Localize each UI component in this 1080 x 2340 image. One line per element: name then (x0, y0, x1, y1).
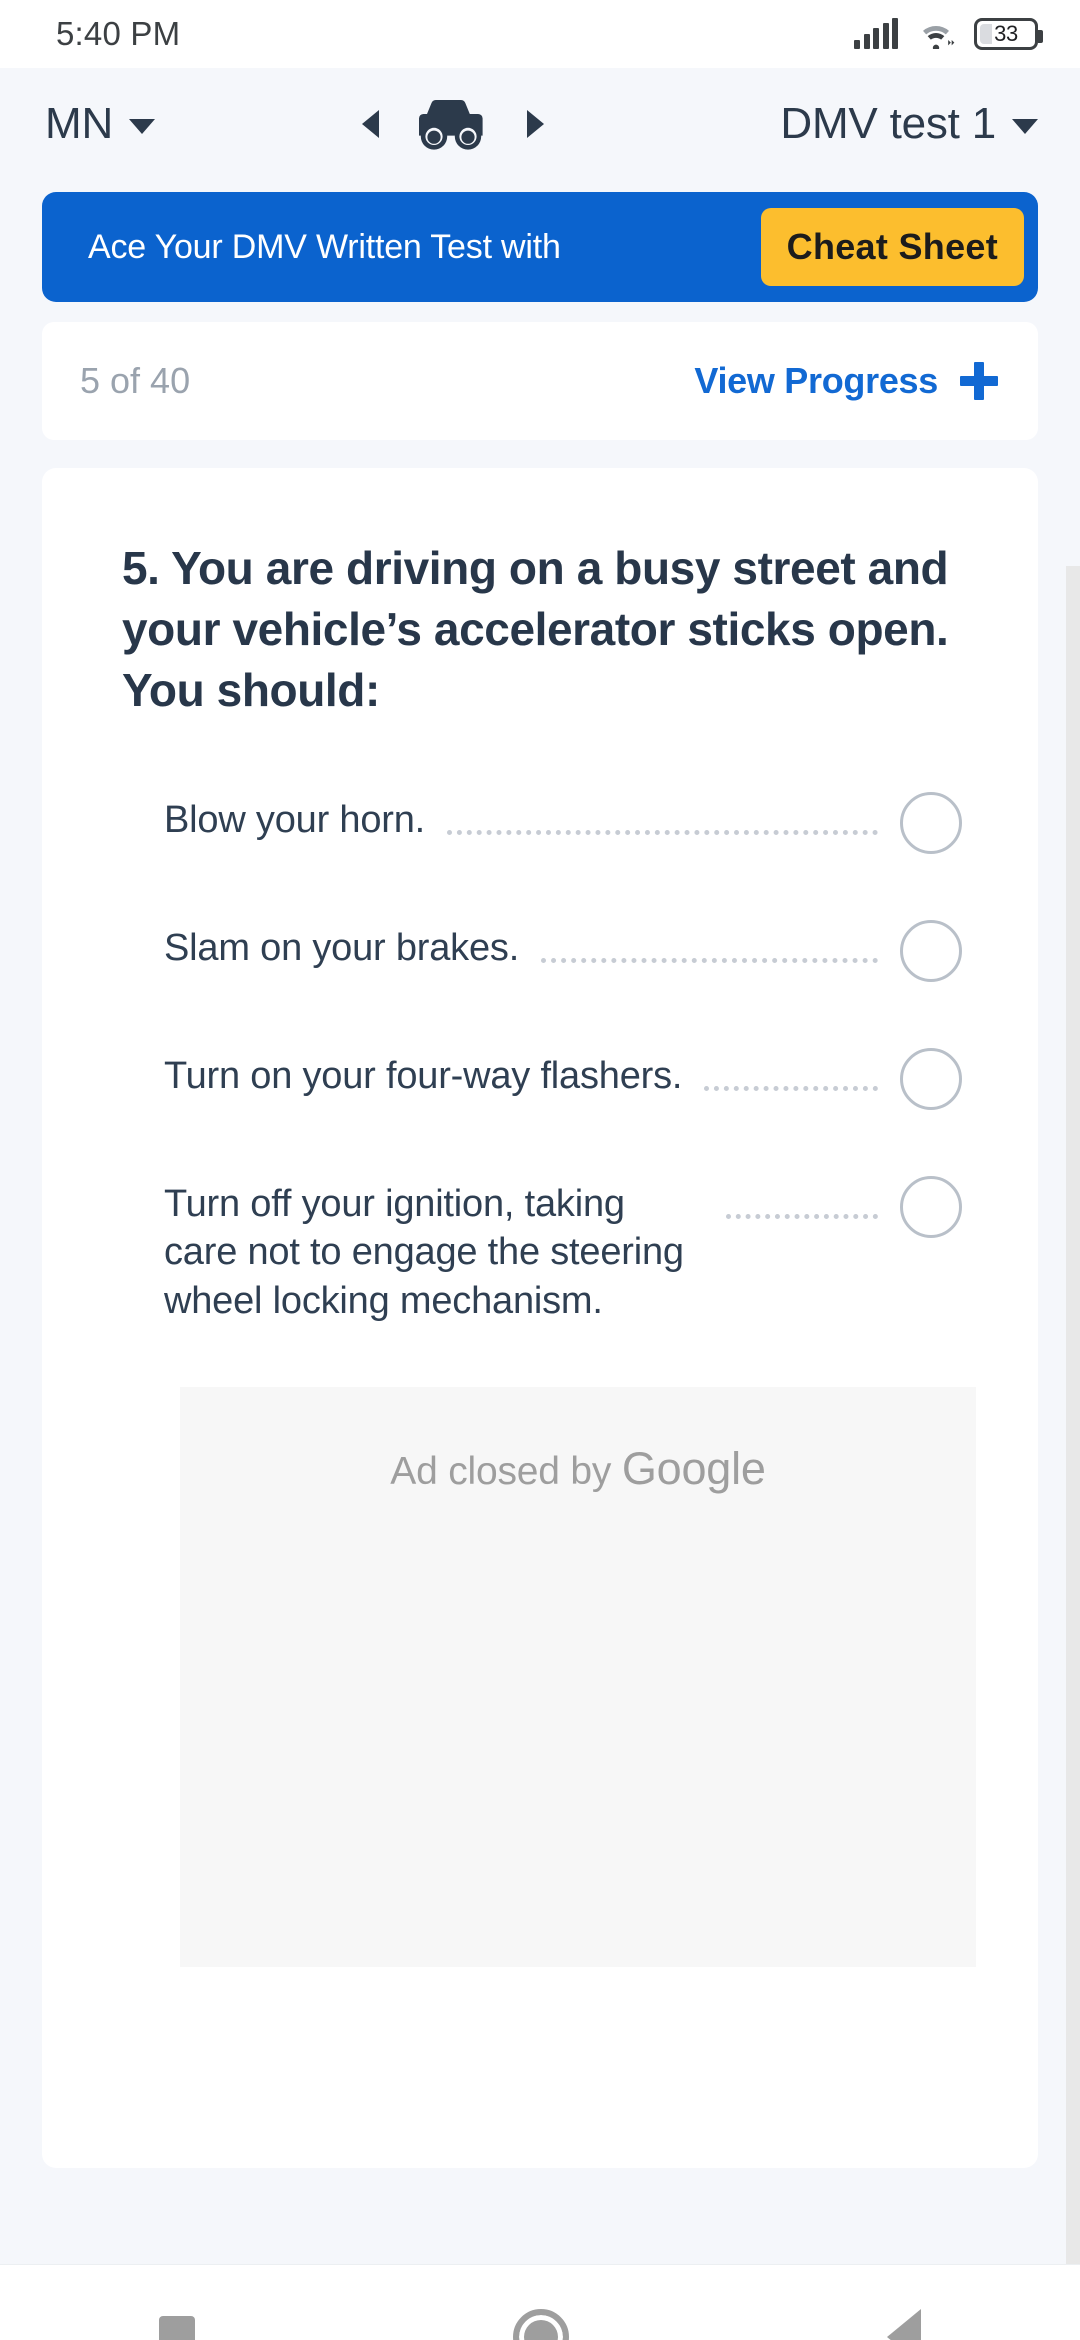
triangle-back-icon[interactable] (887, 2308, 921, 2340)
radio-unchecked-icon[interactable] (900, 791, 962, 854)
signal-bars-icon (854, 18, 898, 49)
answer-option-label: Blow your horn. (164, 798, 426, 841)
answer-option-label: Turn on your four-way flashers. (164, 1054, 683, 1097)
answer-option-label: Turn off your ignition, taking care not … (164, 1182, 684, 1322)
leader-dots (447, 829, 878, 835)
leader-dots (704, 1085, 878, 1091)
answer-options-list: Blow your horn. Slam on your brakes. Tur… (42, 774, 1038, 1326)
app-header: MN DMV test 1 (0, 68, 1080, 180)
plus-icon (960, 362, 998, 400)
app-container: MN DMV test 1 Ace Your DMV Written Test … (0, 68, 1080, 2264)
test-selector[interactable]: DMV test 1 (780, 99, 1038, 149)
circle-home-icon[interactable] (513, 2308, 569, 2340)
question-card: 5. You are driving on a busy street and … (42, 468, 1038, 2168)
ad-closed-message: Ad closed by Google (390, 1443, 766, 1495)
test-label: DMV test 1 (780, 99, 996, 148)
radio-unchecked-icon[interactable] (900, 919, 962, 982)
state-selector[interactable]: MN (45, 99, 156, 149)
view-progress-button[interactable]: View Progress (694, 360, 998, 402)
view-progress-label: View Progress (694, 360, 938, 401)
radio-unchecked-icon[interactable] (900, 1175, 962, 1238)
chevron-left-icon[interactable] (361, 110, 379, 138)
wifi-icon (916, 19, 956, 51)
chevron-down-icon (1012, 118, 1038, 134)
answer-option[interactable]: Turn off your ignition, taking care not … (42, 1158, 998, 1326)
android-navigation-bar (0, 2264, 1080, 2340)
vertical-scrollbar[interactable] (1066, 566, 1080, 2264)
answer-option-label: Slam on your brakes. (164, 926, 520, 969)
state-label: MN (45, 99, 114, 148)
ad-slot: Ad closed by Google (180, 1387, 976, 1968)
chevron-right-icon[interactable] (526, 110, 544, 138)
google-wordmark: Google (621, 1443, 766, 1495)
status-time: 5:40 PM (56, 15, 181, 52)
answer-option[interactable]: Blow your horn. (42, 774, 998, 896)
ad-closed-prefix: Ad closed by (390, 1450, 622, 1494)
battery-percent-label: 33 (994, 21, 1018, 46)
status-icons-group: 33 (854, 18, 1043, 51)
question-text: 5. You are driving on a busy street and … (122, 542, 949, 717)
square-recents-icon[interactable] (159, 2315, 195, 2340)
question-count-label: 5 of 40 (80, 360, 191, 401)
vehicle-type-switcher (361, 96, 544, 152)
chevron-down-icon (129, 118, 156, 134)
status-bar: 5:40 PM 33 (0, 0, 1080, 68)
leader-dots (726, 1213, 878, 1219)
car-icon (407, 96, 499, 152)
promo-banner[interactable]: Ace Your DMV Written Test with Cheat She… (42, 192, 1038, 302)
radio-unchecked-icon[interactable] (900, 1047, 962, 1110)
battery-icon: 33 (974, 18, 1043, 50)
answer-option[interactable]: Turn on your four-way flashers. (42, 1030, 998, 1152)
leader-dots (541, 957, 878, 963)
promo-banner-text: Ace Your DMV Written Test with (88, 227, 561, 266)
cheat-sheet-button[interactable]: Cheat Sheet (760, 208, 1024, 286)
progress-bar-row: 5 of 40 View Progress (42, 322, 1038, 440)
answer-option[interactable]: Slam on your brakes. (42, 902, 998, 1024)
